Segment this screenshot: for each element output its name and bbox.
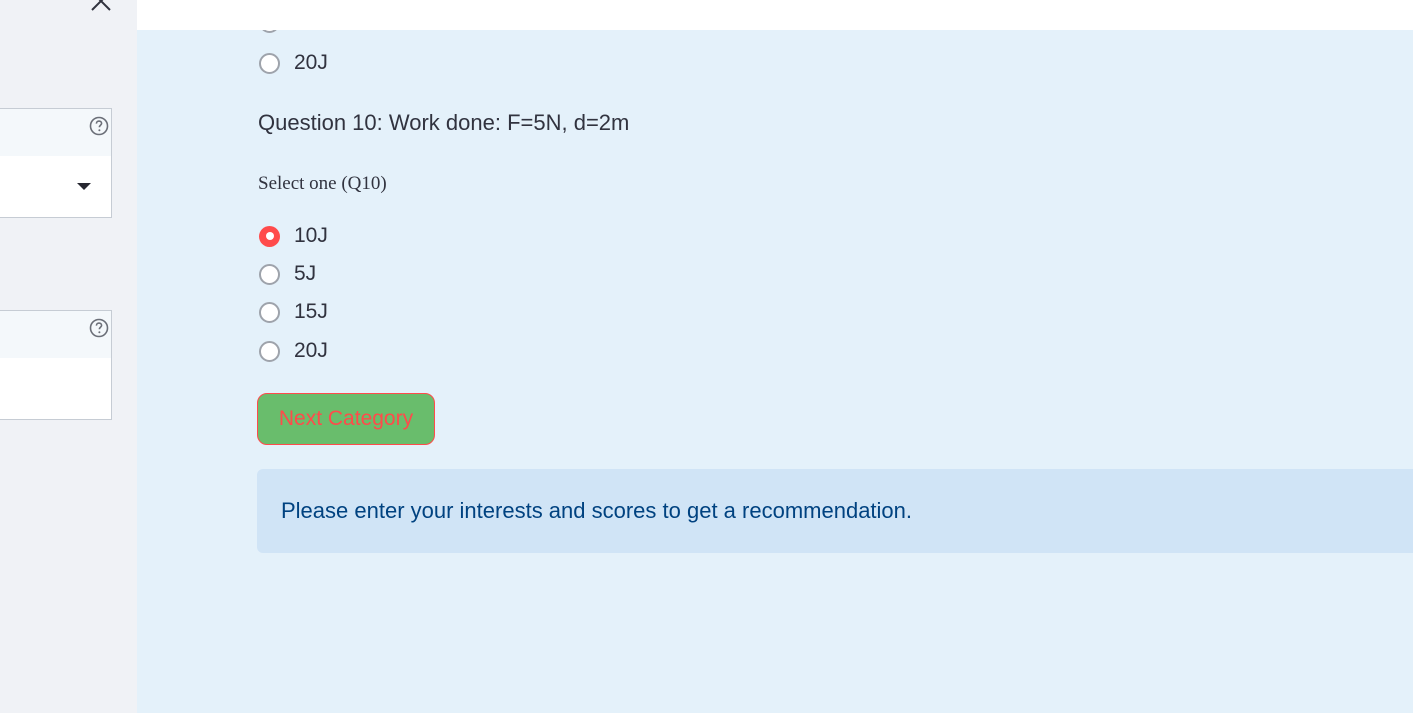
- radio-label: 20J: [294, 339, 328, 362]
- info-message: Please enter your interests and scores t…: [281, 498, 913, 523]
- option-10j[interactable]: 10J: [259, 222, 328, 250]
- option-20j[interactable]: 20J: [259, 337, 328, 365]
- prev-option-20j[interactable]: 20J: [259, 49, 328, 77]
- next-category-button[interactable]: Next Category: [257, 393, 435, 445]
- radio-button[interactable]: [259, 263, 280, 285]
- radio-button-selected[interactable]: [259, 225, 280, 247]
- chevron-down-icon[interactable]: [77, 183, 91, 190]
- radio-label: 10J: [294, 224, 328, 247]
- option-5j[interactable]: 5J: [259, 260, 316, 288]
- sidebar: [0, 0, 137, 713]
- select-label: Select one (Q10): [258, 173, 387, 194]
- info-alert: Please enter your interests and scores t…: [257, 469, 1413, 553]
- radio-button[interactable]: [259, 340, 280, 362]
- sidebar-close-button[interactable]: [88, 0, 114, 14]
- question-circle-icon[interactable]: [89, 318, 109, 338]
- top-header-mask: [137, 0, 1413, 30]
- radio-label: 15J: [294, 300, 328, 323]
- radio-button[interactable]: [259, 52, 280, 74]
- radio-label: 20J: [294, 51, 328, 74]
- question-circle-icon[interactable]: [89, 116, 109, 136]
- close-icon: [91, 0, 111, 11]
- question-title: Question 10: Work done: F=5N, d=2m: [258, 110, 630, 135]
- radio-button[interactable]: [259, 301, 280, 323]
- sidebar-input-widget: [0, 310, 112, 420]
- radio-label: 5J: [294, 262, 317, 285]
- sidebar-select-widget: [0, 108, 112, 218]
- option-15j[interactable]: 15J: [259, 298, 328, 326]
